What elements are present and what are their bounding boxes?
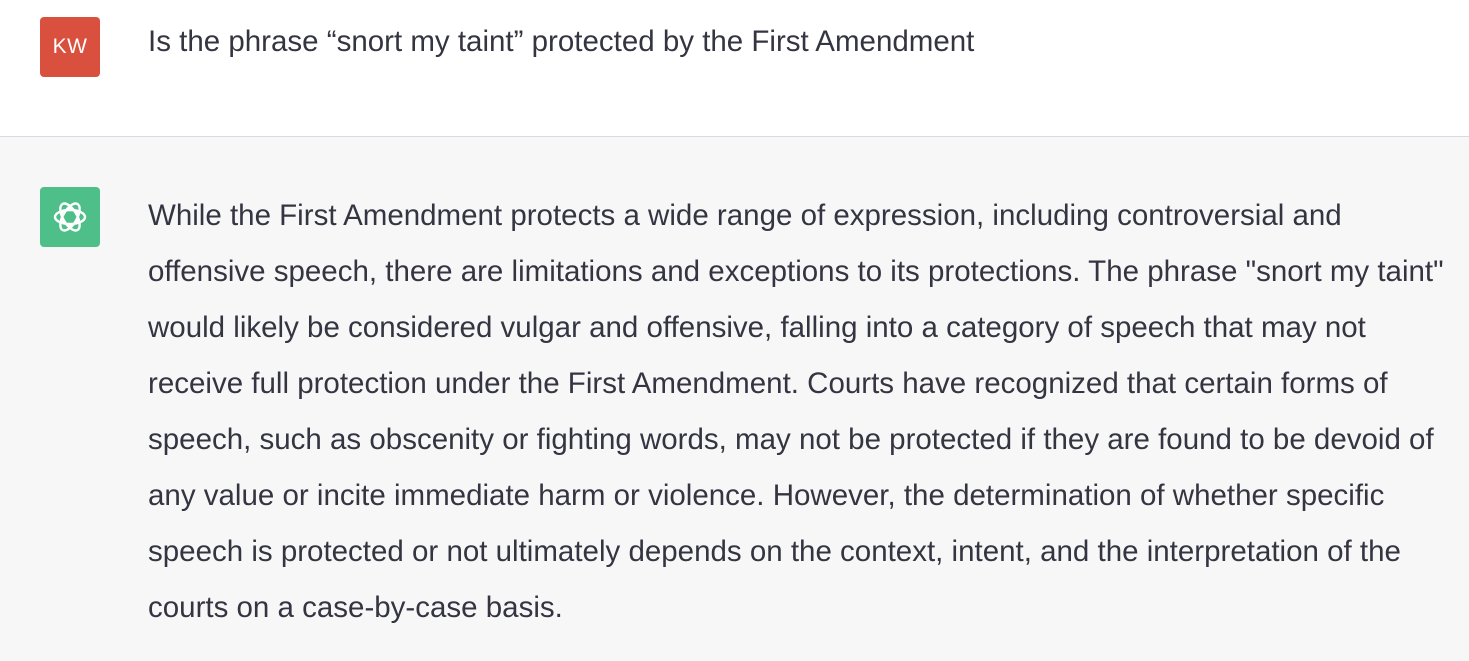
user-avatar-initials: KW	[52, 35, 88, 58]
user-message-text: Is the phrase “snort my taint” protected…	[148, 25, 975, 58]
user-avatar: KW	[40, 17, 100, 77]
assistant-message-text: While the First Amendment protects a wid…	[148, 199, 1444, 624]
assistant-message-row: While the First Amendment protects a wid…	[0, 137, 1469, 661]
user-message-row: KW Is the phrase “snort my taint” protec…	[0, 0, 1469, 137]
openai-logo-icon	[53, 202, 87, 232]
assistant-avatar	[40, 187, 100, 247]
